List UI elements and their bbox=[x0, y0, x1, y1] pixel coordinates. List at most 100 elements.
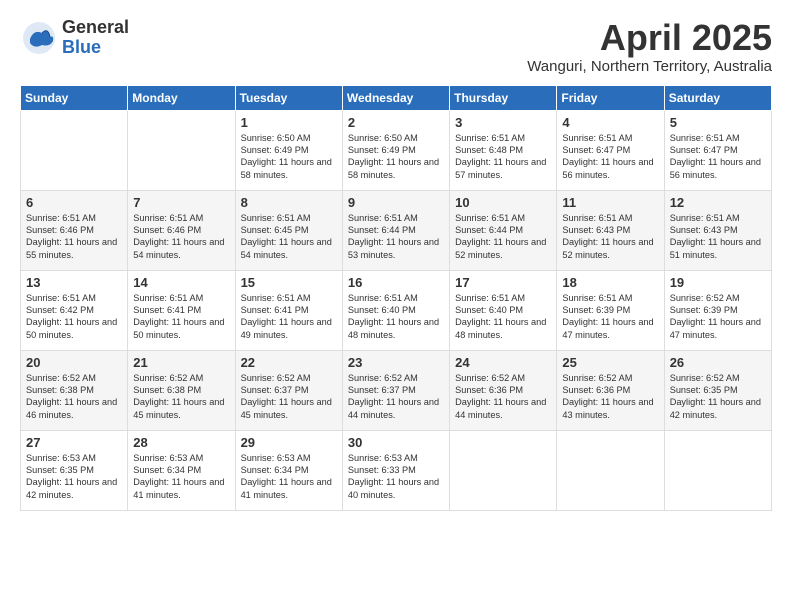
day-number: 22 bbox=[241, 355, 337, 370]
day-number: 30 bbox=[348, 435, 444, 450]
day-info: Sunrise: 6:51 AM Sunset: 6:41 PM Dayligh… bbox=[133, 292, 229, 342]
day-number: 15 bbox=[241, 275, 337, 290]
day-header-friday: Friday bbox=[557, 85, 664, 110]
calendar-cell: 2 Sunrise: 6:50 AM Sunset: 6:49 PM Daylig… bbox=[342, 110, 449, 190]
day-info: Sunrise: 6:51 AM Sunset: 6:40 PM Dayligh… bbox=[455, 292, 551, 342]
day-number: 27 bbox=[26, 435, 122, 450]
calendar-table: SundayMondayTuesdayWednesdayThursdayFrid… bbox=[20, 85, 772, 511]
day-info: Sunrise: 6:51 AM Sunset: 6:48 PM Dayligh… bbox=[455, 132, 551, 182]
day-info: Sunrise: 6:51 AM Sunset: 6:47 PM Dayligh… bbox=[670, 132, 766, 182]
day-header-thursday: Thursday bbox=[450, 85, 557, 110]
day-number: 21 bbox=[133, 355, 229, 370]
day-info: Sunrise: 6:52 AM Sunset: 6:36 PM Dayligh… bbox=[455, 372, 551, 422]
calendar-cell: 13 Sunrise: 6:51 AM Sunset: 6:42 PM Dayli… bbox=[21, 270, 128, 350]
day-number: 20 bbox=[26, 355, 122, 370]
day-number: 29 bbox=[241, 435, 337, 450]
calendar-cell bbox=[664, 430, 771, 510]
day-number: 12 bbox=[670, 195, 766, 210]
day-info: Sunrise: 6:51 AM Sunset: 6:44 PM Dayligh… bbox=[348, 212, 444, 262]
day-info: Sunrise: 6:52 AM Sunset: 6:38 PM Dayligh… bbox=[26, 372, 122, 422]
day-number: 1 bbox=[241, 115, 337, 130]
logo-general: General bbox=[62, 18, 129, 38]
calendar-cell: 14 Sunrise: 6:51 AM Sunset: 6:41 PM Dayli… bbox=[128, 270, 235, 350]
day-info: Sunrise: 6:53 AM Sunset: 6:33 PM Dayligh… bbox=[348, 452, 444, 502]
calendar-cell: 21 Sunrise: 6:52 AM Sunset: 6:38 PM Dayli… bbox=[128, 350, 235, 430]
calendar-cell bbox=[128, 110, 235, 190]
calendar-cell: 18Sunrise: 6:51 AM Sunset: 6:39 PM Dayli… bbox=[557, 270, 664, 350]
calendar-cell bbox=[21, 110, 128, 190]
day-info: Sunrise: 6:53 AM Sunset: 6:34 PM Dayligh… bbox=[241, 452, 337, 502]
logo: General Blue bbox=[20, 18, 129, 58]
day-info: Sunrise: 6:53 AM Sunset: 6:34 PM Dayligh… bbox=[133, 452, 229, 502]
day-info: Sunrise: 6:52 AM Sunset: 6:37 PM Dayligh… bbox=[348, 372, 444, 422]
week-row-5: 27 Sunrise: 6:53 AM Sunset: 6:35 PM Dayli… bbox=[21, 430, 772, 510]
day-number: 5 bbox=[670, 115, 766, 130]
day-info: Sunrise: 6:51 AM Sunset: 6:43 PM Dayligh… bbox=[670, 212, 766, 262]
calendar-cell: 3 Sunrise: 6:51 AM Sunset: 6:48 PM Daylig… bbox=[450, 110, 557, 190]
day-info: Sunrise: 6:52 AM Sunset: 6:36 PM Dayligh… bbox=[562, 372, 658, 422]
day-number: 16 bbox=[348, 275, 444, 290]
day-number: 14 bbox=[133, 275, 229, 290]
day-info: Sunrise: 6:51 AM Sunset: 6:41 PM Dayligh… bbox=[241, 292, 337, 342]
calendar-cell: 20 Sunrise: 6:52 AM Sunset: 6:38 PM Dayli… bbox=[21, 350, 128, 430]
logo-blue: Blue bbox=[62, 38, 129, 58]
day-number: 18 bbox=[562, 275, 658, 290]
week-row-1: 1 Sunrise: 6:50 AM Sunset: 6:49 PM Daylig… bbox=[21, 110, 772, 190]
day-info: Sunrise: 6:51 AM Sunset: 6:43 PM Dayligh… bbox=[562, 212, 658, 262]
calendar-cell bbox=[557, 430, 664, 510]
calendar-cell: 30 Sunrise: 6:53 AM Sunset: 6:33 PM Dayli… bbox=[342, 430, 449, 510]
month-title: April 2025 bbox=[527, 18, 772, 58]
calendar-cell: 9 Sunrise: 6:51 AM Sunset: 6:44 PM Daylig… bbox=[342, 190, 449, 270]
day-number: 11 bbox=[562, 195, 658, 210]
header-row: SundayMondayTuesdayWednesdayThursdayFrid… bbox=[21, 85, 772, 110]
day-info: Sunrise: 6:51 AM Sunset: 6:42 PM Dayligh… bbox=[26, 292, 122, 342]
calendar-cell: 24 Sunrise: 6:52 AM Sunset: 6:36 PM Dayli… bbox=[450, 350, 557, 430]
day-info: Sunrise: 6:51 AM Sunset: 6:45 PM Dayligh… bbox=[241, 212, 337, 262]
logo-text: General Blue bbox=[62, 18, 129, 58]
calendar-cell: 28Sunrise: 6:53 AM Sunset: 6:34 PM Dayli… bbox=[128, 430, 235, 510]
calendar-cell: 22 Sunrise: 6:52 AM Sunset: 6:37 PM Dayli… bbox=[235, 350, 342, 430]
calendar-cell: 25 Sunrise: 6:52 AM Sunset: 6:36 PM Dayli… bbox=[557, 350, 664, 430]
day-number: 9 bbox=[348, 195, 444, 210]
day-info: Sunrise: 6:50 AM Sunset: 6:49 PM Dayligh… bbox=[348, 132, 444, 182]
calendar-cell: 1 Sunrise: 6:50 AM Sunset: 6:49 PM Daylig… bbox=[235, 110, 342, 190]
day-info: Sunrise: 6:51 AM Sunset: 6:46 PM Dayligh… bbox=[133, 212, 229, 262]
day-number: 2 bbox=[348, 115, 444, 130]
calendar-cell: 26Sunrise: 6:52 AM Sunset: 6:35 PM Dayli… bbox=[664, 350, 771, 430]
day-info: Sunrise: 6:51 AM Sunset: 6:44 PM Dayligh… bbox=[455, 212, 551, 262]
day-number: 4 bbox=[562, 115, 658, 130]
day-number: 10 bbox=[455, 195, 551, 210]
calendar-cell: 27 Sunrise: 6:53 AM Sunset: 6:35 PM Dayli… bbox=[21, 430, 128, 510]
title-block: April 2025 Wanguri, Northern Territory, … bbox=[527, 18, 772, 75]
day-info: Sunrise: 6:51 AM Sunset: 6:46 PM Dayligh… bbox=[26, 212, 122, 262]
day-info: Sunrise: 6:50 AM Sunset: 6:49 PM Dayligh… bbox=[241, 132, 337, 182]
day-number: 19 bbox=[670, 275, 766, 290]
day-number: 24 bbox=[455, 355, 551, 370]
day-number: 23 bbox=[348, 355, 444, 370]
day-header-tuesday: Tuesday bbox=[235, 85, 342, 110]
day-info: Sunrise: 6:53 AM Sunset: 6:35 PM Dayligh… bbox=[26, 452, 122, 502]
day-number: 13 bbox=[26, 275, 122, 290]
day-number: 3 bbox=[455, 115, 551, 130]
location-subtitle: Wanguri, Northern Territory, Australia bbox=[527, 58, 772, 75]
calendar-cell: 4Sunrise: 6:51 AM Sunset: 6:47 PM Daylig… bbox=[557, 110, 664, 190]
day-number: 25 bbox=[562, 355, 658, 370]
calendar-cell: 6 Sunrise: 6:51 AM Sunset: 6:46 PM Daylig… bbox=[21, 190, 128, 270]
calendar-cell: 11 Sunrise: 6:51 AM Sunset: 6:43 PM Dayli… bbox=[557, 190, 664, 270]
calendar-cell: 8 Sunrise: 6:51 AM Sunset: 6:45 PM Daylig… bbox=[235, 190, 342, 270]
day-info: Sunrise: 6:52 AM Sunset: 6:39 PM Dayligh… bbox=[670, 292, 766, 342]
day-number: 8 bbox=[241, 195, 337, 210]
day-info: Sunrise: 6:52 AM Sunset: 6:38 PM Dayligh… bbox=[133, 372, 229, 422]
day-header-sunday: Sunday bbox=[21, 85, 128, 110]
day-header-wednesday: Wednesday bbox=[342, 85, 449, 110]
calendar-cell: 23 Sunrise: 6:52 AM Sunset: 6:37 PM Dayli… bbox=[342, 350, 449, 430]
calendar-cell: 29 Sunrise: 6:53 AM Sunset: 6:34 PM Dayli… bbox=[235, 430, 342, 510]
week-row-2: 6 Sunrise: 6:51 AM Sunset: 6:46 PM Daylig… bbox=[21, 190, 772, 270]
day-header-saturday: Saturday bbox=[664, 85, 771, 110]
day-number: 7 bbox=[133, 195, 229, 210]
day-number: 17 bbox=[455, 275, 551, 290]
week-row-3: 13 Sunrise: 6:51 AM Sunset: 6:42 PM Dayli… bbox=[21, 270, 772, 350]
day-number: 6 bbox=[26, 195, 122, 210]
day-info: Sunrise: 6:52 AM Sunset: 6:37 PM Dayligh… bbox=[241, 372, 337, 422]
day-header-monday: Monday bbox=[128, 85, 235, 110]
